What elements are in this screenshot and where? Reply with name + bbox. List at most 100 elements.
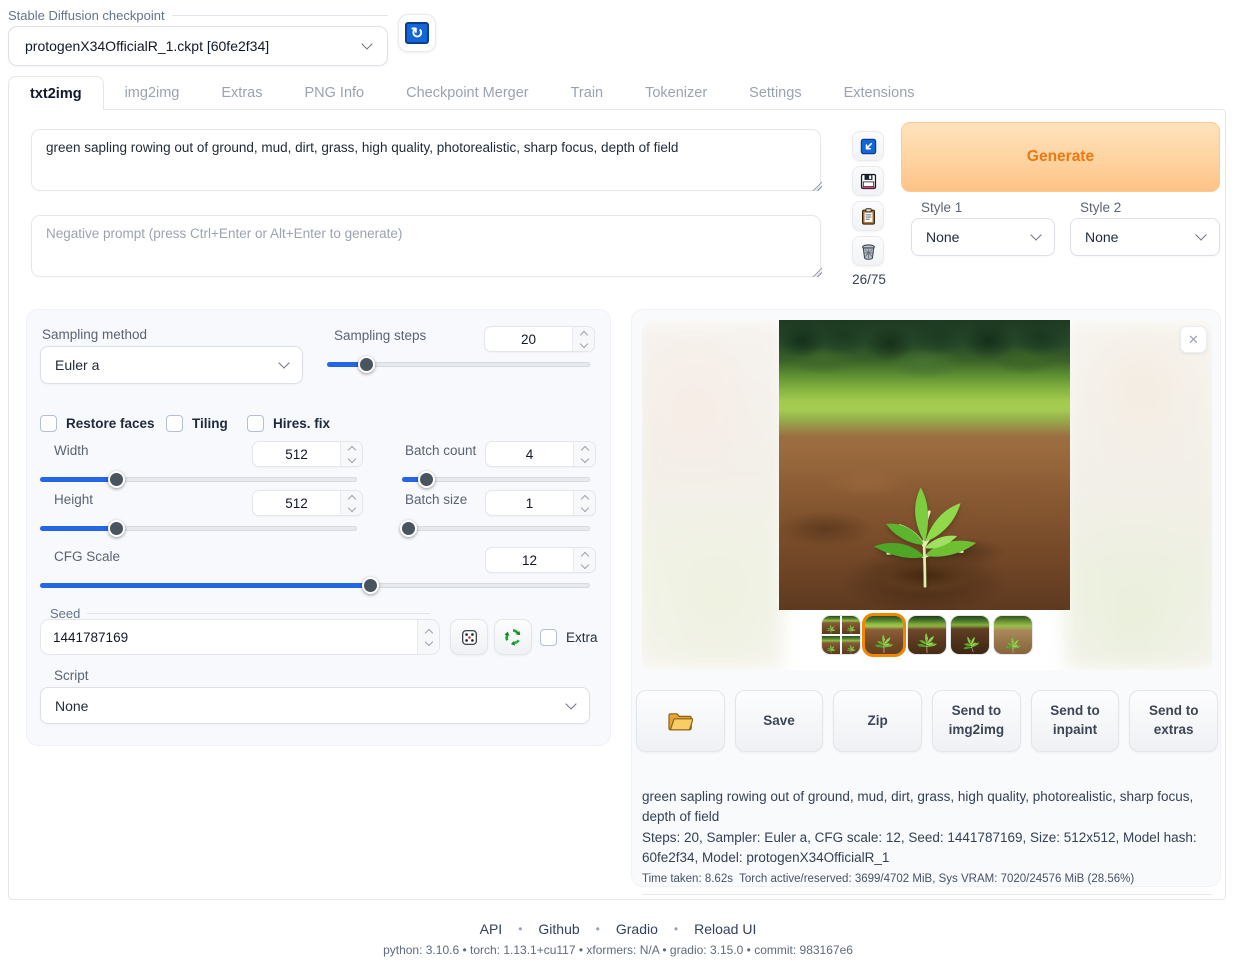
footer-link-api[interactable]: API [480, 921, 503, 937]
chevron-down-icon [278, 357, 289, 368]
style1-label: Style 1 [921, 200, 962, 215]
script-dropdown[interactable]: None [40, 687, 590, 724]
style2-dropdown[interactable]: None [1070, 218, 1220, 256]
cfg-scale-input[interactable]: 12 [485, 547, 596, 573]
slider-knob[interactable] [358, 356, 375, 373]
clear-prompt-button[interactable] [852, 236, 884, 266]
open-folder-button[interactable] [636, 690, 725, 752]
image-gallery: ✕ [642, 320, 1212, 670]
slider-knob[interactable] [108, 520, 125, 537]
recycle-icon [503, 627, 523, 647]
thumbnail-1-selected[interactable] [865, 616, 903, 654]
cfg-scale-spinner[interactable] [573, 548, 595, 572]
height-slider[interactable] [40, 520, 357, 537]
checkpoint-dropdown[interactable]: protogenX34OfficialR_1.ckpt [60fe2f34] [8, 26, 388, 66]
restore-faces-checkbox[interactable] [40, 415, 57, 432]
send-to-img2img-label: Send to img2img [944, 702, 1008, 740]
sampling-steps-spinner[interactable] [572, 327, 594, 351]
tiling-checkbox[interactable] [166, 415, 183, 432]
slider-knob[interactable] [362, 577, 379, 594]
save-style-button[interactable] [852, 166, 884, 196]
tab-train[interactable]: Train [550, 76, 625, 110]
send-to-img2img-button[interactable]: Send to img2img [932, 690, 1021, 752]
generate-button[interactable]: Generate [901, 122, 1220, 192]
sampling-steps-input[interactable]: 20 [484, 326, 595, 352]
tab-tokenizer[interactable]: Tokenizer [624, 76, 728, 110]
send-to-extras-button[interactable]: Send to extras [1129, 690, 1218, 752]
width-value: 512 [253, 447, 340, 462]
token-counter: 26/75 [849, 272, 889, 287]
footer-link-reload-ui[interactable]: Reload UI [694, 921, 756, 937]
extra-seed-checkbox-row[interactable]: Extra [540, 629, 598, 646]
seed-input[interactable]: 1441787169 [40, 619, 440, 655]
generated-image[interactable] [779, 320, 1070, 610]
tab-img2img[interactable]: img2img [104, 76, 201, 110]
thumbnail-3[interactable] [951, 616, 989, 654]
tiling-checkbox-row[interactable]: Tiling [166, 415, 228, 432]
generation-info-prompt: green sapling rowing out of ground, mud,… [642, 787, 1212, 828]
footer-link-github[interactable]: Github [538, 921, 579, 937]
sampling-steps-slider[interactable] [327, 356, 590, 373]
tab-png-info[interactable]: PNG Info [283, 76, 385, 110]
arrow-down-left-icon [859, 137, 878, 156]
cfg-scale-value: 12 [486, 553, 573, 568]
batch-size-slider[interactable] [402, 520, 590, 537]
sapling-illustration [952, 627, 987, 654]
refresh-checkpoint-button[interactable]: ↻ [398, 14, 436, 52]
batch-size-label: Batch size [405, 492, 467, 507]
height-input[interactable]: 512 [252, 490, 363, 516]
batch-count-slider[interactable] [402, 471, 590, 488]
sampling-method-dropdown[interactable]: Euler a [40, 346, 303, 384]
close-gallery-button[interactable]: ✕ [1180, 326, 1207, 353]
random-seed-button[interactable] [450, 619, 488, 655]
slider-knob[interactable] [400, 520, 417, 537]
extra-seed-checkbox[interactable] [540, 629, 557, 646]
grid-cell [822, 636, 840, 654]
clipboard-icon [859, 207, 878, 226]
width-spinner[interactable] [340, 442, 362, 466]
read-generation-params-button[interactable] [852, 131, 884, 161]
generation-info: green sapling rowing out of ground, mud,… [642, 787, 1212, 895]
prompt-input[interactable]: green sapling rowing out of ground, mud,… [31, 129, 821, 191]
slider-knob[interactable] [108, 471, 125, 488]
tab-txt2img[interactable]: txt2img [8, 76, 104, 110]
batch-count-input[interactable]: 4 [485, 441, 596, 467]
negative-prompt-resize-handle[interactable] [811, 266, 822, 277]
send-to-inpaint-button[interactable]: Send to inpaint [1031, 690, 1120, 752]
hires-fix-checkbox-row[interactable]: Hires. fix [247, 415, 330, 432]
height-value: 512 [253, 496, 340, 511]
apply-styles-button[interactable] [852, 201, 884, 231]
bullet-separator: • [518, 922, 522, 936]
thumbnail-4[interactable] [994, 616, 1032, 654]
main-tabbar: txt2img img2img Extras PNG Info Checkpoi… [8, 76, 936, 110]
batch-count-spinner[interactable] [573, 442, 595, 466]
thumbnail-grid-all[interactable] [822, 616, 860, 654]
negative-prompt-input[interactable] [31, 215, 821, 277]
checkpoint-value: protogenX34OfficialR_1.ckpt [60fe2f34] [25, 38, 269, 54]
footer-link-gradio[interactable]: Gradio [616, 921, 658, 937]
zip-button[interactable]: Zip [833, 690, 922, 752]
save-button[interactable]: Save [735, 690, 824, 752]
folder-icon [667, 711, 693, 732]
seed-spinner[interactable] [417, 620, 439, 654]
thumbnail-2[interactable] [908, 616, 946, 654]
slider-knob[interactable] [418, 471, 435, 488]
batch-size-spinner[interactable] [573, 491, 595, 515]
sampling-method-label: Sampling method [42, 327, 147, 342]
tab-extras[interactable]: Extras [200, 76, 283, 110]
hires-fix-checkbox[interactable] [247, 415, 264, 432]
style1-dropdown[interactable]: None [911, 218, 1055, 256]
reuse-seed-button[interactable] [494, 619, 532, 655]
slider-track[interactable] [402, 526, 590, 531]
restore-faces-checkbox-row[interactable]: Restore faces [40, 415, 155, 432]
height-spinner[interactable] [340, 491, 362, 515]
tab-extensions[interactable]: Extensions [823, 76, 936, 110]
batch-size-value: 1 [486, 496, 573, 511]
width-input[interactable]: 512 [252, 441, 363, 467]
tab-settings[interactable]: Settings [728, 76, 822, 110]
tab-checkpoint-merger[interactable]: Checkpoint Merger [385, 76, 550, 110]
width-slider[interactable] [40, 471, 357, 488]
prompt-resize-handle[interactable] [811, 180, 822, 191]
batch-size-input[interactable]: 1 [485, 490, 596, 516]
cfg-scale-slider[interactable] [40, 577, 590, 594]
